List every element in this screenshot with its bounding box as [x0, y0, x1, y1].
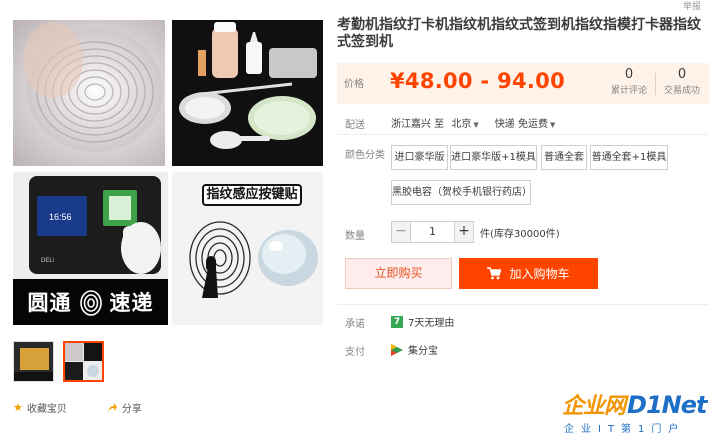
shipping-label: 配送 — [345, 120, 365, 131]
option-2[interactable]: 普通全套 — [541, 145, 587, 170]
favorite-label: 收藏宝贝 — [26, 404, 67, 415]
fingerprint-icon — [79, 290, 102, 316]
banner-left-text: 圆通 — [27, 291, 72, 315]
courier-banner: 圆通 速递 — [13, 279, 168, 325]
price-label: 价格 — [344, 79, 364, 90]
fingerprint-sticker-illustration — [189, 221, 318, 298]
attendance-device-illustration: 16:56 DELi — [13, 172, 168, 279]
option-1[interactable]: 进口豪华版+1模具 — [450, 145, 537, 170]
payment-label: 支付 — [345, 347, 365, 358]
watermark-cn: 企业网 — [562, 394, 626, 419]
star-icon: ★ — [13, 401, 23, 414]
watermark-logo: 企业网 D1Net 企业IT第1门户 — [562, 388, 720, 436]
sales-stat: 0 交易成功 — [657, 67, 707, 96]
ship-method-selector[interactable]: 快递 免运费 ▼ — [495, 115, 556, 130]
guarantee-label: 承诺 — [345, 319, 365, 330]
watermark-en: D1Net — [627, 391, 707, 419]
guarantee-text: 7天无理由 — [408, 318, 455, 329]
kit-bottles-illustration — [172, 20, 323, 166]
quantity-label: 数量 — [345, 231, 365, 242]
favorite-button[interactable]: ★ 收藏宝贝 — [13, 400, 67, 415]
add-to-cart-button[interactable]: 加入购物车 — [459, 258, 598, 289]
product-page: 16:56 DELi 圆通 速递 指纹感应按键贴 ★ 收藏宝贝 分享 举报 考勤… — [0, 0, 720, 436]
cart-icon — [487, 267, 502, 280]
option-4[interactable]: 黑胶电容（贺校手机银行药店） — [391, 180, 532, 205]
price-box: 价格 ¥48.00 - 94.00 0 累计评论 0 交易成功 — [337, 63, 709, 104]
ship-from: 浙江嘉兴 至 — [391, 119, 445, 130]
quantity-decrease-button[interactable]: − — [391, 221, 411, 243]
reviews-label: 累计评论 — [610, 86, 647, 96]
quantity-stepper: − 1 + 件(库存30000件) — [391, 221, 560, 243]
reviews-stat[interactable]: 0 累计评论 — [604, 67, 654, 96]
payment-text: 集分宝 — [408, 346, 438, 357]
options-label: 颜色分类 — [345, 150, 385, 161]
report-link[interactable]: 举报 — [683, 0, 701, 12]
device-time: 16:56 — [49, 212, 72, 222]
device-brand: DELi — [41, 258, 54, 264]
product-title: 考勤机指纹打卡机指纹机指纹式签到机指纹指模打卡器指纹式签到机 — [337, 17, 701, 50]
jifenbao-icon — [391, 343, 403, 356]
guarantee-row[interactable]: 7 7天无理由 — [391, 314, 454, 329]
stock-text: 件(库存30000件) — [480, 228, 560, 240]
sales-count: 0 — [677, 67, 687, 82]
share-label: 分享 — [121, 404, 142, 415]
share-button[interactable]: 分享 — [107, 400, 142, 415]
price-value: ¥48.00 - 94.00 — [390, 69, 565, 93]
ship-method: 快递 免运费 — [494, 119, 548, 130]
image-kit-bottles[interactable] — [172, 20, 323, 166]
sales-label: 交易成功 — [663, 86, 700, 96]
banner-right-text: 速递 — [109, 291, 154, 315]
payment-row[interactable]: 集分宝 — [391, 342, 438, 357]
caret-down-icon: ▼ — [549, 121, 556, 129]
shipping-row: 浙江嘉兴 至 北京 ▼ 快递 免运费 ▼ — [391, 115, 555, 130]
reviews-count: 0 — [624, 67, 634, 82]
thumbnail-strip — [13, 341, 104, 382]
image-fingerprint-sticker[interactable]: 指纹感应按键贴 — [172, 172, 323, 325]
share-row: ★ 收藏宝贝 分享 — [13, 400, 142, 415]
add-to-cart-label: 加入购物车 — [509, 267, 570, 281]
main-image-fingerprint-film[interactable] — [13, 20, 165, 166]
watermark-tagline: 企业IT第1门户 — [564, 424, 686, 435]
section-divider — [337, 304, 709, 305]
option-0[interactable]: 进口豪华版 — [391, 145, 448, 170]
buy-now-button[interactable]: 立即购买 — [345, 258, 452, 289]
ship-to: 北京 — [451, 119, 472, 130]
share-icon — [107, 403, 117, 412]
fingerprint-film-illustration — [23, 22, 163, 152]
ship-to-selector[interactable]: 北京 ▼ — [451, 119, 478, 130]
option-3[interactable]: 普通全套+1模具 — [590, 145, 668, 170]
section-divider — [337, 134, 709, 135]
image-attendance-device[interactable]: 16:56 DELi 圆通 速递 — [13, 172, 168, 325]
thumbnail-1-image — [14, 342, 53, 381]
thumbnail-1[interactable] — [13, 341, 54, 382]
caret-down-icon: ▼ — [473, 121, 479, 129]
quantity-input[interactable]: 1 — [411, 221, 454, 243]
thumbnail-2-selected[interactable] — [63, 341, 104, 382]
stat-divider — [655, 73, 656, 95]
quantity-increase-button[interactable]: + — [454, 221, 474, 243]
thumbnail-2-image — [65, 343, 102, 380]
ship-route: 浙江嘉兴 至 北京 ▼ — [391, 115, 479, 130]
seven-day-badge-icon: 7 — [391, 315, 403, 328]
